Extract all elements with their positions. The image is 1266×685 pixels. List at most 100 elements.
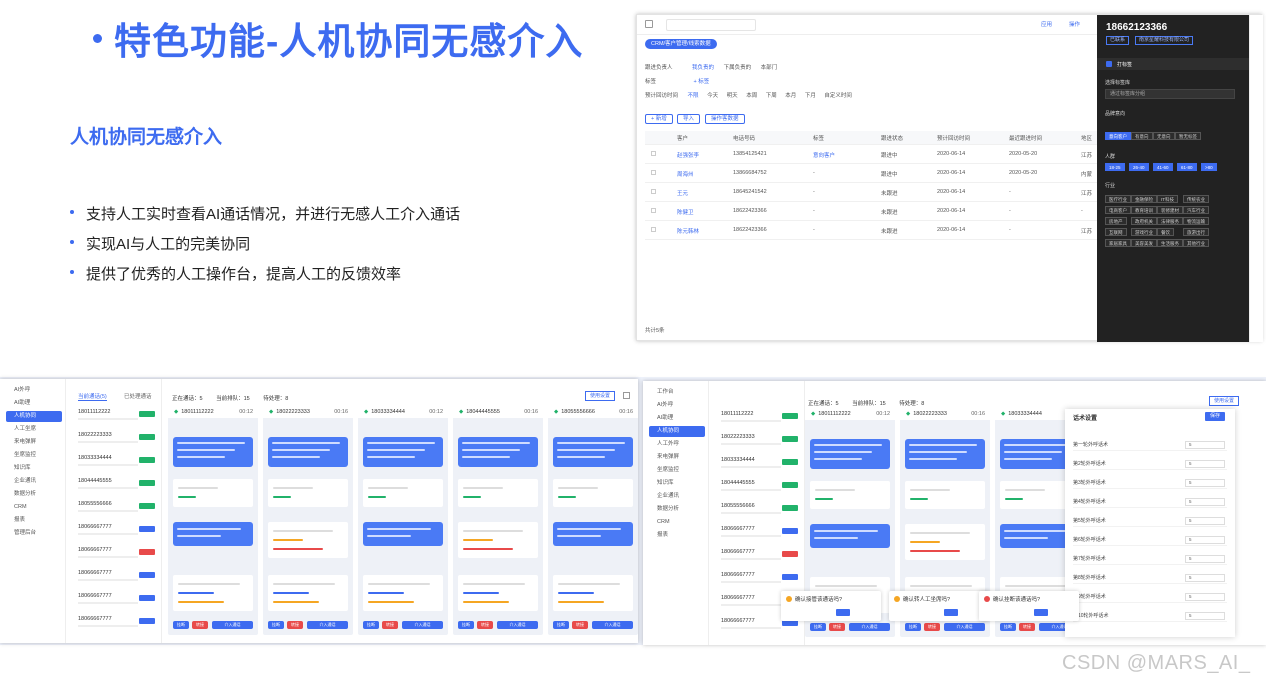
list-phone[interactable]: 18066667777 <box>721 526 755 532</box>
intervene-button[interactable]: 介入通话 <box>212 621 253 629</box>
list-phone[interactable]: 18044445555 <box>78 478 112 484</box>
tag-chip[interactable]: 物流运输 <box>1183 217 1209 225</box>
transfer-button[interactable]: 转接 <box>477 621 493 629</box>
tag-chip[interactable]: 18-25 <box>1105 163 1125 171</box>
follower-option[interactable]: 下属负责的 <box>724 65 752 71</box>
time-option[interactable]: 本月 <box>785 93 796 99</box>
hangup-button[interactable]: 挂断 <box>173 621 189 629</box>
tag-chip[interactable]: 餐饮 <box>1157 228 1174 236</box>
nav-item[interactable]: 数据分析 <box>6 489 62 500</box>
add-button[interactable]: + 新增 <box>645 114 673 124</box>
row-checkbox[interactable] <box>651 208 656 213</box>
list-phone[interactable]: 18066667777 <box>78 524 112 530</box>
confirm-button[interactable] <box>944 609 958 616</box>
script-count-input[interactable]: 5 <box>1185 517 1225 525</box>
follower-option[interactable]: 我负责的 <box>692 65 714 71</box>
customer-name[interactable]: 王元 <box>677 189 688 197</box>
tag-chip[interactable]: IT科技 <box>1157 195 1178 203</box>
nav-item[interactable]: 人机协同 <box>6 411 62 422</box>
intervene-button[interactable]: 介入通话 <box>497 621 538 629</box>
hangup-button[interactable]: 挂断 <box>553 621 569 629</box>
customer-name[interactable]: 陈健卫 <box>677 208 694 216</box>
breadcrumb-tag[interactable]: CRM/客户管理/线索数据 <box>645 39 717 49</box>
confirm-button[interactable] <box>1034 609 1048 616</box>
hangup-button[interactable]: 挂断 <box>905 623 921 631</box>
nav-item[interactable]: 工作台 <box>649 387 705 398</box>
hangup-button[interactable]: 挂断 <box>268 621 284 629</box>
hangup-button[interactable]: 挂断 <box>458 621 474 629</box>
tag-chip[interactable]: 26-40 <box>1129 163 1149 171</box>
intervene-button[interactable]: 介入通话 <box>307 621 348 629</box>
tag-chip[interactable]: 装修建材 <box>1157 206 1183 214</box>
nav-item[interactable]: 数据分析 <box>649 504 705 515</box>
time-option[interactable]: 今天 <box>707 93 718 99</box>
fullscreen-icon[interactable] <box>623 392 630 399</box>
list-phone[interactable]: 18066667777 <box>721 572 755 578</box>
tag-chip[interactable]: 美容美发 <box>1131 239 1157 247</box>
tag-chip[interactable]: 旅游出行 <box>1183 228 1209 236</box>
tag-chip[interactable]: 电商客户 <box>1105 206 1131 214</box>
table-row[interactable]: 陈健卫 18622423366 - 未跟进 2020-06-14 - - <box>645 202 1097 221</box>
nav-item[interactable]: 坐席监控 <box>649 465 705 476</box>
script-count-input[interactable]: 5 <box>1185 441 1225 449</box>
nav-item[interactable]: 人工外呼 <box>649 439 705 450</box>
customer-name[interactable]: 陈元韩林 <box>677 227 699 235</box>
import-button[interactable]: 导入 <box>677 114 701 124</box>
save-button[interactable]: 保存 <box>1205 412 1226 421</box>
tag-chip[interactable]: 暂无标签 <box>1175 132 1201 140</box>
script-count-input[interactable]: 5 <box>1185 536 1225 544</box>
settings-button[interactable]: 使用设置 <box>585 391 616 401</box>
tag-chip[interactable]: 无意向 <box>1153 132 1175 140</box>
tag-chip[interactable]: 41-60 <box>1153 163 1173 171</box>
script-count-input[interactable]: 5 <box>1185 460 1225 468</box>
tab-processed[interactable]: 已处理通话 <box>124 392 152 400</box>
list-phone[interactable]: 18066667777 <box>78 616 112 622</box>
tag-tab[interactable]: 打标签 <box>1117 61 1132 68</box>
row-checkbox[interactable] <box>651 151 656 156</box>
transfer-button[interactable]: 转接 <box>924 623 940 631</box>
time-option[interactable]: 下周 <box>766 93 777 99</box>
table-row[interactable]: 周海州 13866684752 - 跟进中 2020-06-14 2020-05… <box>645 164 1097 183</box>
tag-chip[interactable]: 有意向 <box>1131 132 1153 140</box>
intervene-button[interactable]: 介入通话 <box>849 623 890 631</box>
table-row[interactable]: 陈元韩林 18622423366 - 未跟进 2020-06-14 - 江苏 <box>645 221 1097 240</box>
nav-item[interactable]: 人机协同 <box>649 426 705 437</box>
tag-chip[interactable]: 61-80 <box>1177 163 1197 171</box>
table-row[interactable]: 王元 18645241542 - 未跟进 2020-06-14 - 江苏 <box>645 183 1097 202</box>
tag-chip[interactable]: 法律服务 <box>1157 217 1183 225</box>
tag-chip[interactable]: 互联网 <box>1105 228 1127 236</box>
nav-item[interactable]: 报表 <box>649 530 705 541</box>
list-phone[interactable]: 18033334444 <box>78 455 112 461</box>
script-count-input[interactable]: 5 <box>1185 498 1225 506</box>
add-tag-button[interactable]: + 标签 <box>694 79 710 85</box>
bulk-action-button[interactable]: 操作客数据 <box>705 114 745 124</box>
tag-chip[interactable]: 房地产 <box>1105 217 1127 225</box>
time-option[interactable]: 明天 <box>727 93 738 99</box>
nav-item[interactable]: 来电弹屏 <box>6 437 62 448</box>
nav-item[interactable]: 坐席监控 <box>6 450 62 461</box>
nav-item[interactable]: AI外呼 <box>6 385 62 396</box>
nav-item[interactable]: AI助理 <box>649 413 705 424</box>
tag-chip[interactable]: 医疗行业 <box>1105 195 1131 203</box>
nav-item[interactable]: CRM <box>649 517 705 528</box>
list-phone[interactable]: 18011112222 <box>78 409 110 415</box>
nav-item[interactable]: 人工坐席 <box>6 424 62 435</box>
tag-chip[interactable]: 其他行业 <box>1183 239 1209 247</box>
tag-chip[interactable]: 政府机关 <box>1131 217 1157 225</box>
nav-item[interactable]: CRM <box>6 502 62 513</box>
row-checkbox[interactable] <box>651 227 656 232</box>
script-count-input[interactable]: 5 <box>1185 479 1225 487</box>
transfer-button[interactable]: 转接 <box>192 621 208 629</box>
search-input[interactable] <box>666 19 756 31</box>
list-phone[interactable]: 18055556666 <box>78 501 112 507</box>
tag-chip[interactable]: 传统农业 <box>1183 195 1209 203</box>
action-button[interactable]: 操作 <box>1069 20 1080 28</box>
row-checkbox[interactable] <box>651 170 656 175</box>
tag-chip[interactable]: >80 <box>1201 163 1217 171</box>
row-checkbox[interactable] <box>651 189 656 194</box>
transfer-button[interactable]: 转接 <box>287 621 303 629</box>
nav-item[interactable]: 来电弹屏 <box>649 452 705 463</box>
tag-chip[interactable]: 金融保险 <box>1131 195 1157 203</box>
tag-chip[interactable]: 游戏行业 <box>1131 228 1157 236</box>
script-count-input[interactable]: 5 <box>1185 574 1225 582</box>
